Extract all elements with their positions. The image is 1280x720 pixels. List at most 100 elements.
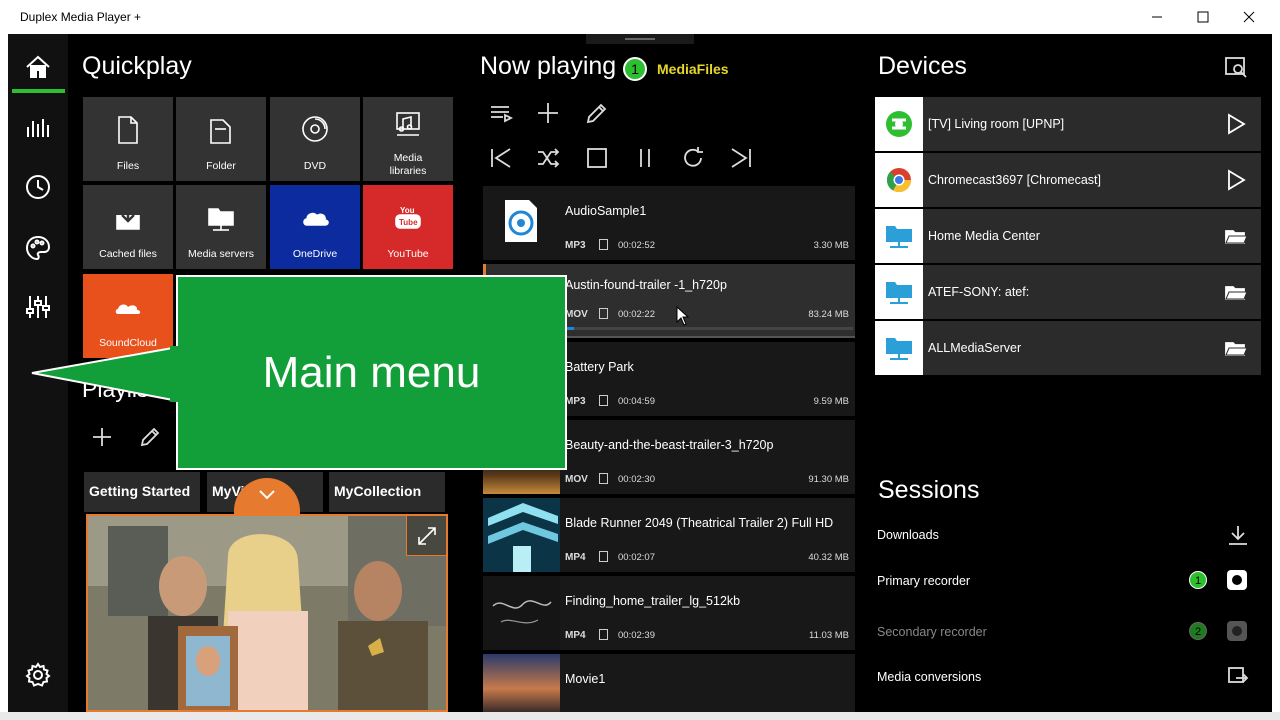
mixer-button[interactable] xyxy=(8,282,68,332)
session-secondary-recorder[interactable]: Secondary recorder xyxy=(877,625,987,639)
conversions-button[interactable] xyxy=(1226,665,1250,689)
shuffle-button[interactable] xyxy=(535,145,561,171)
equalizer-button[interactable] xyxy=(8,102,68,152)
video-preview[interactable] xyxy=(86,514,448,712)
session-primary-recorder[interactable]: Primary recorder xyxy=(877,574,970,588)
device-label: [TV] Living room [UPNP] xyxy=(928,117,1065,131)
drag-handle[interactable] xyxy=(586,34,694,44)
device-item[interactable]: ALLMediaServer xyxy=(875,321,1261,375)
item-duration: 00:02:39 xyxy=(618,630,655,641)
tab-getting-started[interactable]: Getting Started xyxy=(84,472,200,512)
quickplay-heading: Quickplay xyxy=(82,52,192,80)
theme-button[interactable] xyxy=(8,223,68,273)
item-type: MP4 xyxy=(565,552,586,563)
cast-play-button[interactable] xyxy=(1225,168,1247,192)
tile-cached-files[interactable]: Cached files xyxy=(83,185,173,269)
repeat-button[interactable] xyxy=(680,145,706,171)
record-button[interactable] xyxy=(1227,570,1247,590)
tile-youtube[interactable]: You Tube YouTube xyxy=(363,185,453,269)
previous-button[interactable] xyxy=(488,145,514,171)
tile-media-libraries[interactable]: Media libraries xyxy=(363,97,453,181)
window-right-border xyxy=(1272,34,1280,712)
list-item[interactable]: AudioSample1 MP3 00:02:52 3.30 MB xyxy=(483,186,855,260)
pencil-icon xyxy=(140,427,160,447)
item-size: 11.03 MB xyxy=(809,630,849,641)
tile-label: Cached files xyxy=(99,248,157,260)
browse-folder-button[interactable] xyxy=(1225,280,1248,304)
duration-icon xyxy=(599,308,608,319)
session-media-conversions[interactable]: Media conversions xyxy=(877,670,981,684)
downloads-button[interactable] xyxy=(1226,523,1250,547)
chrome-icon xyxy=(875,153,923,207)
upnp-icon xyxy=(875,97,923,151)
pause-button[interactable] xyxy=(632,145,658,171)
svg-text:Tube: Tube xyxy=(399,218,418,227)
item-duration: 00:04:59 xyxy=(618,396,655,407)
close-button[interactable] xyxy=(1226,0,1272,34)
edit-playlist-button[interactable] xyxy=(138,425,162,449)
session-downloads[interactable]: Downloads xyxy=(877,528,939,542)
edit-list-button[interactable] xyxy=(584,100,610,126)
browse-folder-button[interactable] xyxy=(1225,224,1248,248)
network-folder-icon xyxy=(875,209,923,263)
maximize-button[interactable] xyxy=(1180,0,1226,34)
tile-files[interactable]: Files xyxy=(83,97,173,181)
settings-button[interactable] xyxy=(8,650,68,700)
open-folder-icon xyxy=(1225,286,1248,300)
search-devices-button[interactable] xyxy=(1224,55,1248,79)
duration-icon xyxy=(599,239,608,250)
skip-previous-icon xyxy=(491,148,511,168)
cast-play-button[interactable] xyxy=(1225,112,1247,136)
tab-label: Getting Started xyxy=(89,483,191,499)
minimize-icon xyxy=(1152,16,1162,18)
device-item[interactable]: ATEF-SONY: atef: xyxy=(875,265,1261,319)
minimize-button[interactable] xyxy=(1134,0,1180,34)
tile-dvd[interactable]: DVD xyxy=(270,97,360,181)
chevron-down-icon xyxy=(259,490,275,500)
stop-icon xyxy=(587,148,607,168)
stop-button[interactable] xyxy=(584,145,610,171)
tile-label: YouTube xyxy=(387,248,429,260)
media-library-icon xyxy=(394,109,422,139)
list-item[interactable]: Finding_home_trailer_lg_512kb MP4 00:02:… xyxy=(483,576,855,650)
fullscreen-button[interactable] xyxy=(406,516,446,556)
download-box-icon xyxy=(114,203,142,233)
skip-next-icon xyxy=(731,148,751,168)
item-duration: 00:02:22 xyxy=(618,309,655,320)
history-button[interactable] xyxy=(8,162,68,212)
svg-text:You: You xyxy=(400,206,415,215)
now-playing-count-badge: 1 xyxy=(623,57,647,81)
item-size: 3.30 MB xyxy=(813,240,849,251)
tab-mycollection[interactable]: MyCollection xyxy=(329,472,445,512)
tile-folder[interactable]: Folder xyxy=(176,97,266,181)
tile-media-servers[interactable]: Media servers xyxy=(176,185,266,269)
home-icon xyxy=(26,55,50,78)
record-button[interactable] xyxy=(1227,621,1247,641)
tile-onedrive[interactable]: OneDrive xyxy=(270,185,360,269)
callout-text: Main menu xyxy=(262,347,481,397)
plus-icon xyxy=(93,428,111,446)
duration-icon xyxy=(599,551,608,562)
file-icon xyxy=(114,115,142,145)
list-item[interactable]: Blade Runner 2049 (Theatrical Trailer 2)… xyxy=(483,498,855,572)
add-item-button[interactable] xyxy=(535,100,561,126)
network-folder-icon xyxy=(875,321,923,375)
pencil-icon xyxy=(586,103,607,124)
video-thumbnail xyxy=(483,654,560,712)
item-title: Finding_home_trailer_lg_512kb xyxy=(565,594,741,608)
tile-label: Media libraries xyxy=(389,152,427,177)
device-label: ALLMediaServer xyxy=(928,341,1022,355)
device-item[interactable]: Chromecast3697 [Chromecast] xyxy=(875,153,1261,207)
device-item[interactable]: Home Media Center xyxy=(875,209,1261,263)
browse-folder-button[interactable] xyxy=(1225,336,1248,360)
next-button[interactable] xyxy=(728,145,754,171)
add-playlist-button[interactable] xyxy=(90,425,114,449)
equalizer-bars-icon xyxy=(27,119,49,137)
now-playing-source[interactable]: MediaFiles xyxy=(657,61,729,77)
playback-progress-track[interactable] xyxy=(565,327,853,330)
now-playing-heading: Now playing xyxy=(480,52,617,80)
home-button[interactable] xyxy=(8,42,68,92)
device-item[interactable]: [TV] Living room [UPNP] xyxy=(875,97,1261,151)
list-item[interactable]: Movie1 xyxy=(483,654,855,712)
playlist-menu-button[interactable] xyxy=(488,100,514,126)
